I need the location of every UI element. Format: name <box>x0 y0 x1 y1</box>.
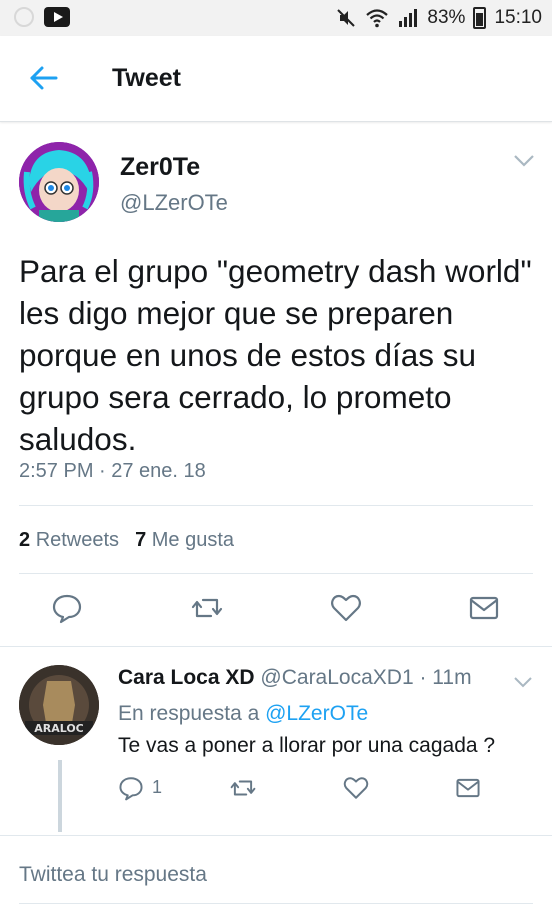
author-name[interactable]: Zer0Te <box>120 153 200 182</box>
retweets-count: 2 <box>19 529 31 551</box>
back-button[interactable] <box>28 62 60 94</box>
likes-label: Me gusta <box>151 529 235 551</box>
clock: 15:10 <box>494 7 542 28</box>
reply-input-placeholder[interactable]: Twittea tu respuesta <box>19 863 207 887</box>
battery-percent: 83% <box>427 7 466 28</box>
tweet-timestamp: 2:57 PM · 27 ene. 18 <box>19 460 206 482</box>
likes-stat[interactable]: 7 Me gusta <box>135 529 234 552</box>
tweet-text: Para el grupo "geometry dash world" les … <box>19 253 532 457</box>
divider <box>0 646 552 647</box>
like-icon[interactable] <box>330 592 362 624</box>
divider <box>19 903 533 904</box>
mute-icon <box>337 9 356 27</box>
reply-icon[interactable] <box>51 592 83 624</box>
likes-count: 7 <box>135 529 147 551</box>
page-title: Tweet <box>112 64 181 92</box>
reply-header: Cara Loca XD @CaraLocaXD1 · 11m <box>118 666 472 690</box>
tweet-stats: 2 Retweets 7 Me gusta <box>19 529 234 552</box>
tweet-actions <box>0 592 552 632</box>
reply-composer[interactable]: Twittea tu respuesta <box>0 835 552 907</box>
notification-icon <box>14 7 34 27</box>
avatar[interactable] <box>19 142 99 222</box>
reply-count: 1 <box>152 777 163 797</box>
status-bar: 83% 15:10 <box>0 0 552 36</box>
reply-time: · 11m <box>419 666 472 689</box>
battery-icon <box>473 7 487 29</box>
like-icon[interactable] <box>343 775 369 801</box>
youtube-icon <box>44 7 70 27</box>
avatar-image: ARALOC <box>19 665 99 745</box>
top-bar: Tweet <box>0 36 552 122</box>
reply-text: Te vas a poner a llorar por una cagada ? <box>118 734 496 757</box>
dm-icon[interactable] <box>455 775 481 801</box>
retweets-label: Retweets <box>35 529 120 551</box>
chevron-down-icon[interactable] <box>513 154 535 168</box>
chevron-down-icon[interactable] <box>513 676 533 688</box>
reply-context: En respuesta a @LZerOTe <box>118 702 368 726</box>
wifi-icon <box>366 9 389 28</box>
arrow-left-icon <box>30 66 58 90</box>
reply-context-label: En respuesta a <box>118 702 260 725</box>
reply-actions: 1 <box>0 775 552 803</box>
retweet-icon[interactable] <box>230 775 256 801</box>
reply-icon[interactable] <box>118 775 144 801</box>
avatar-image <box>19 142 99 222</box>
retweet-icon[interactable] <box>191 592 223 624</box>
dm-icon[interactable] <box>468 592 500 624</box>
author-handle[interactable]: @LZerOTe <box>120 190 228 216</box>
reply-author-handle[interactable]: @CaraLocaXD1 <box>260 666 413 689</box>
reply-author-name[interactable]: Cara Loca XD <box>118 666 255 689</box>
svg-text:ARALOC: ARALOC <box>34 722 84 735</box>
divider <box>19 573 533 574</box>
signal-icon <box>399 9 418 27</box>
retweets-stat[interactable]: 2 Retweets <box>19 529 119 552</box>
divider <box>19 505 533 506</box>
reply-context-mention[interactable]: @LZerOTe <box>265 702 368 725</box>
avatar[interactable]: ARALOC <box>19 665 99 745</box>
